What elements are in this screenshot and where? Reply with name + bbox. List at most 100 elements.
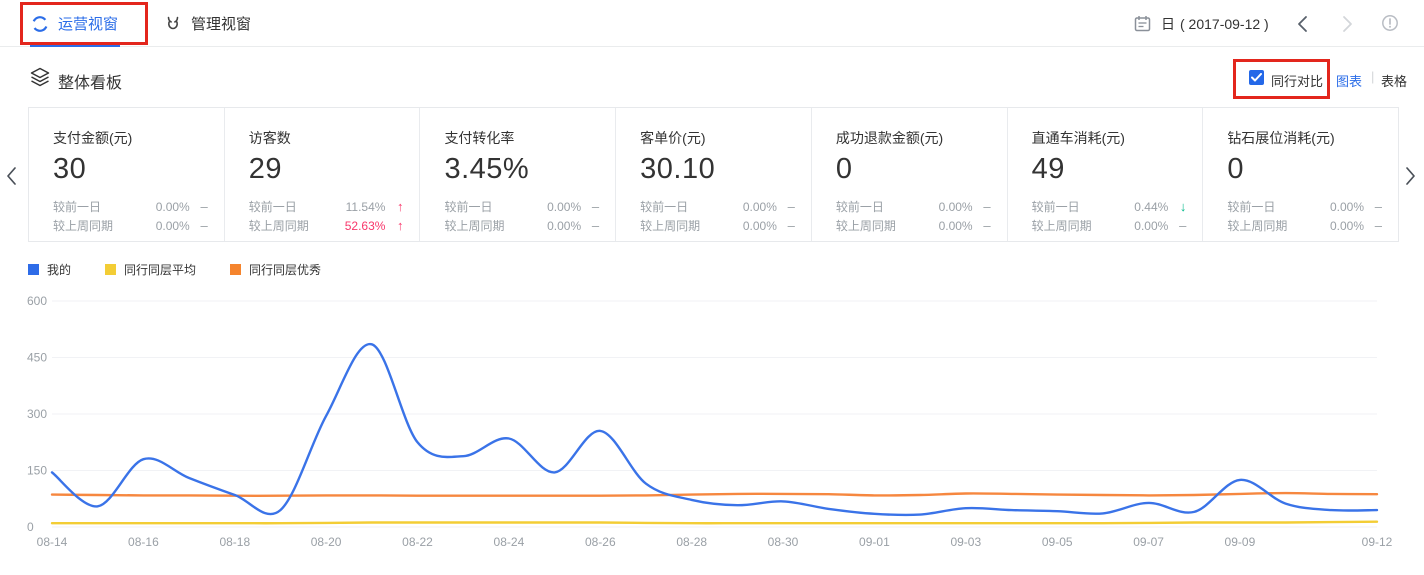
trend-icon: – — [581, 218, 599, 233]
svg-text:08-24: 08-24 — [494, 535, 525, 549]
view-toggle-table[interactable]: 表格 — [1381, 71, 1407, 90]
trend-icon: – — [777, 199, 795, 214]
legend-swatch — [28, 264, 39, 275]
metric-compare-row: 较前一日0.00%– — [444, 197, 599, 216]
metric-compare-row: 较前一日11.54%↑ — [249, 197, 404, 216]
metric-value: 49 — [1032, 151, 1187, 188]
svg-text:08-30: 08-30 — [768, 535, 799, 549]
metric-value: 0 — [836, 151, 991, 188]
layers-icon — [30, 67, 50, 87]
metric-value: 30 — [53, 151, 208, 188]
calendar-icon[interactable] — [1134, 15, 1151, 32]
svg-text:09-05: 09-05 — [1042, 535, 1073, 549]
top-nav-bar: 运营视窗 管理视窗 日 ( 2017-09-12 ) — [0, 0, 1424, 47]
peer-compare-checkbox[interactable] — [1249, 70, 1264, 85]
previous-day-chevron-icon[interactable] — [1295, 15, 1309, 33]
metric-title: 直通车消耗(元) — [1032, 129, 1187, 148]
svg-text:600: 600 — [27, 294, 47, 308]
trend-line-chart[interactable]: 0 150 300 450 600 08-14 08-16 08-18 08-20 08-22 08… — [25, 287, 1405, 565]
checkmark-icon — [1251, 73, 1262, 82]
svg-text:08-16: 08-16 — [128, 535, 159, 549]
tab-management-view[interactable]: 管理视窗 — [164, 0, 251, 47]
metric-title: 客单价(元) — [640, 129, 795, 148]
metric-title: 访客数 — [249, 129, 404, 148]
legend-item-peer-average[interactable]: 同行同层平均 — [105, 261, 196, 278]
date-picker[interactable]: 日 ( 2017-09-12 ) — [1161, 0, 1269, 47]
trend-icon: – — [1168, 218, 1186, 233]
metric-value: 0 — [1227, 151, 1382, 188]
legend-item-mine[interactable]: 我的 — [28, 261, 71, 278]
metric-compare-row: 较前一日0.00%– — [1227, 197, 1382, 216]
tab-operations-label: 运营视窗 — [58, 13, 118, 34]
metric-card-visitors[interactable]: 访客数 29 较前一日11.54%↑ 较上周同期52.63%↑ — [225, 108, 421, 241]
metric-card-zhitongche-cost[interactable]: 直通车消耗(元) 49 较前一日0.44%↓ 较上周同期0.00%– — [1008, 108, 1204, 241]
active-tab-underline — [30, 44, 120, 47]
legend-swatch — [105, 264, 116, 275]
svg-text:09-07: 09-07 — [1133, 535, 1164, 549]
section-title: 整体看板 — [58, 69, 122, 93]
peer-compare-label[interactable]: 同行对比 — [1271, 71, 1323, 90]
trend-icon: ↓ — [1168, 199, 1186, 214]
metric-compare-row: 较上周同期0.00%– — [1032, 216, 1187, 235]
svg-text:08-14: 08-14 — [37, 535, 68, 549]
trend-icon: – — [581, 199, 599, 214]
trend-icon: – — [973, 199, 991, 214]
trend-icon: – — [190, 199, 208, 214]
next-day-chevron-icon[interactable] — [1340, 15, 1354, 33]
metric-compare-row: 较上周同期0.00%– — [444, 216, 599, 235]
metric-compare-row: 较上周同期0.00%– — [53, 216, 208, 235]
svg-text:09-03: 09-03 — [950, 535, 981, 549]
svg-text:300: 300 — [27, 407, 47, 421]
svg-text:150: 150 — [27, 464, 47, 478]
metric-value: 3.45% — [444, 151, 599, 188]
trend-icon: – — [190, 218, 208, 233]
metric-card-zuanshi-cost[interactable]: 钻石展位消耗(元) 0 较前一日0.00%– 较上周同期0.00%– — [1203, 108, 1398, 241]
trend-icon: – — [1364, 199, 1382, 214]
chart-legend: 我的 同行同层平均 同行同层优秀 — [28, 261, 321, 278]
metric-compare-row: 较上周同期0.00%– — [640, 216, 795, 235]
date-granularity: 日 — [1161, 14, 1175, 34]
metric-compare-row: 较前一日0.00%– — [640, 197, 795, 216]
info-icon[interactable] — [1381, 14, 1399, 32]
metric-compare-row: 较前一日0.00%– — [836, 197, 991, 216]
svg-text:08-28: 08-28 — [676, 535, 707, 549]
metric-compare-row: 较前一日0.00%– — [53, 197, 208, 216]
view-toggle-chart[interactable]: 图表 — [1336, 71, 1362, 90]
metric-compare-row: 较上周同期52.63%↑ — [249, 216, 404, 235]
legend-swatch — [230, 264, 241, 275]
svg-text:450: 450 — [27, 351, 47, 365]
tab-operations-view[interactable]: 运营视窗 — [31, 0, 118, 47]
metric-card-refund-amount[interactable]: 成功退款金额(元) 0 较前一日0.00%– 较上周同期0.00%– — [812, 108, 1008, 241]
metric-compare-row: 较前一日0.44%↓ — [1032, 197, 1187, 216]
trend-icon: – — [1364, 218, 1382, 233]
metric-card-avg-order-value[interactable]: 客单价(元) 30.10 较前一日0.00%– 较上周同期0.00%– — [616, 108, 812, 241]
cards-prev-chevron-icon[interactable] — [5, 163, 21, 189]
metric-card-conversion-rate[interactable]: 支付转化率 3.45% 较前一日0.00%– 较上周同期0.00%– — [420, 108, 616, 241]
metric-value: 29 — [249, 151, 404, 188]
metric-compare-row: 较上周同期0.00%– — [1227, 216, 1382, 235]
metric-title: 支付金额(元) — [53, 129, 208, 148]
svg-text:08-18: 08-18 — [219, 535, 250, 549]
metric-card-payment-amount[interactable]: 支付金额(元) 30 较前一日0.00%– 较上周同期0.00%– — [29, 108, 225, 241]
trend-icon: – — [777, 218, 795, 233]
metric-title: 成功退款金额(元) — [836, 129, 991, 148]
operations-view-icon — [31, 15, 49, 33]
svg-text:09-09: 09-09 — [1225, 535, 1256, 549]
svg-text:08-20: 08-20 — [311, 535, 342, 549]
svg-text:08-22: 08-22 — [402, 535, 433, 549]
trend-icon: – — [973, 218, 991, 233]
metric-value: 30.10 — [640, 151, 795, 188]
operations-dashboard: 运营视窗 管理视窗 日 ( 2017-09-12 ) — [0, 0, 1424, 575]
svg-text:08-26: 08-26 — [585, 535, 616, 549]
legend-item-peer-excellent[interactable]: 同行同层优秀 — [230, 261, 321, 278]
svg-text:0: 0 — [27, 520, 34, 534]
trend-icon: ↑ — [385, 218, 403, 233]
cards-next-chevron-icon[interactable] — [1405, 163, 1421, 189]
metric-cards-row: 支付金额(元) 30 较前一日0.00%– 较上周同期0.00%– 访客数 29… — [28, 107, 1399, 242]
svg-text:09-01: 09-01 — [859, 535, 890, 549]
metric-compare-row: 较上周同期0.00%– — [836, 216, 991, 235]
metric-title: 钻石展位消耗(元) — [1227, 129, 1382, 148]
view-toggle-separator: | — [1371, 69, 1374, 84]
metric-title: 支付转化率 — [444, 129, 599, 148]
svg-text:09-12: 09-12 — [1362, 535, 1393, 549]
